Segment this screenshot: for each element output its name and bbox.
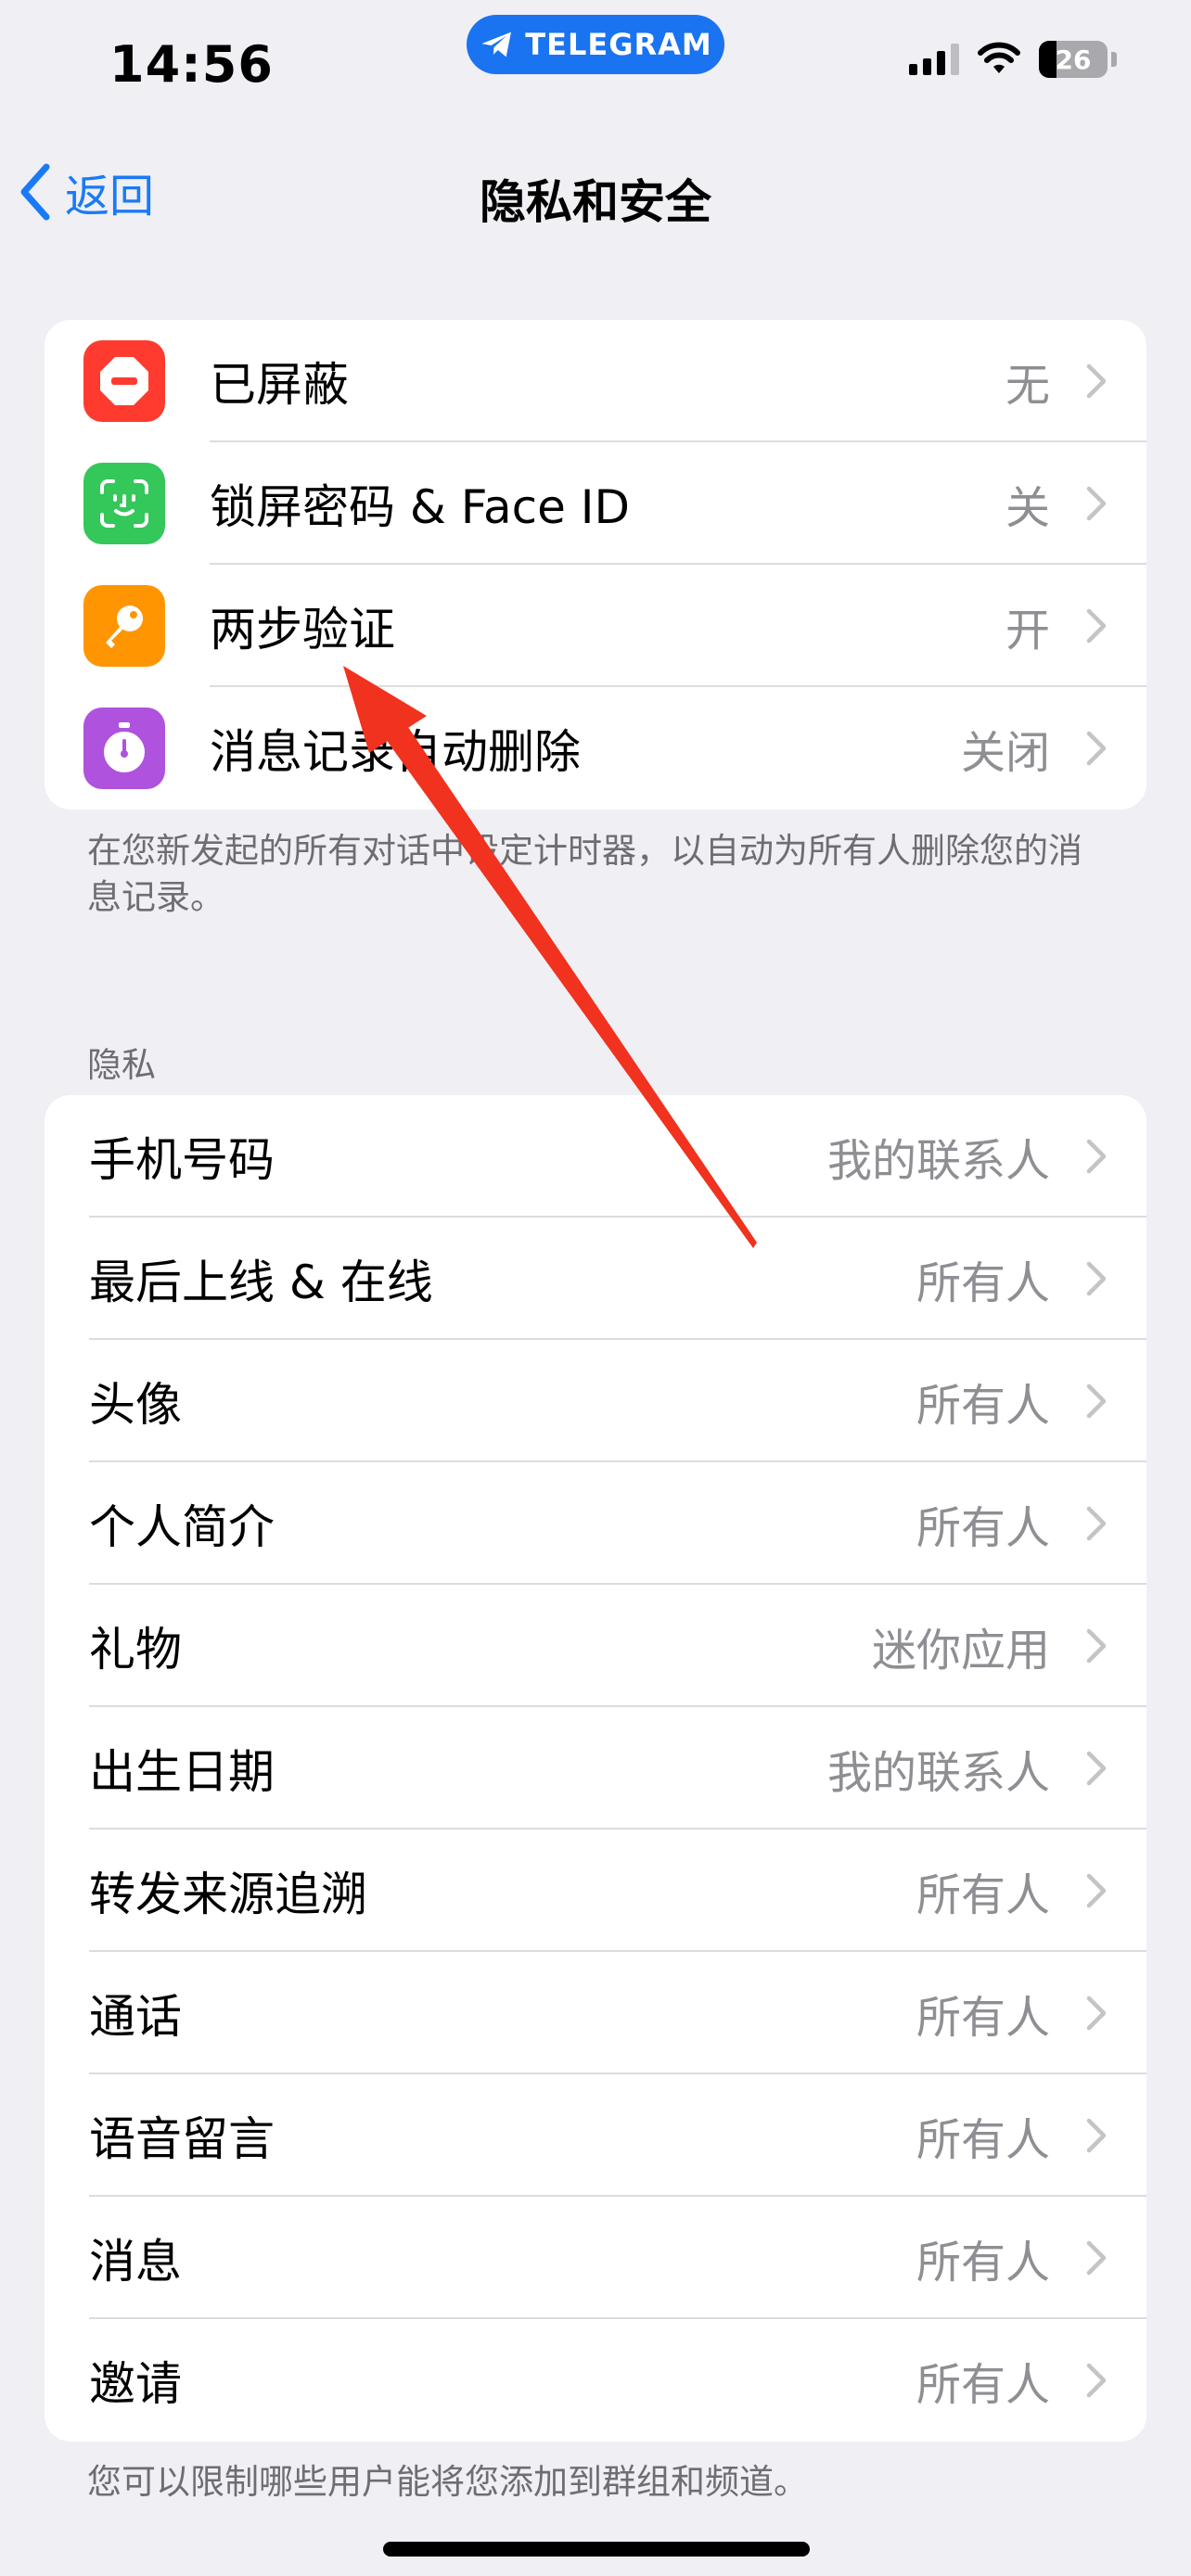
- chevron-right-icon: [1086, 1873, 1107, 1908]
- auto-delete-footnote: 在您新发起的所有对话中设定计时器，以自动为所有人删除您的消息记录。: [87, 831, 1082, 917]
- chevron-right-icon: [1086, 2240, 1107, 2276]
- row-label: 手机号码: [89, 1133, 275, 1187]
- wifi-icon: [978, 42, 1020, 73]
- row-value: 我的联系人: [826, 1135, 1050, 1187]
- chevron-right-icon: [1086, 2118, 1107, 2153]
- page-title: 隐私和安全: [480, 175, 711, 229]
- row-label: 邀请: [89, 2357, 182, 2411]
- row-label: 头像: [89, 1378, 182, 1432]
- row-value: 关闭: [960, 727, 1050, 779]
- row-label: 消息: [89, 2235, 182, 2289]
- row-bio[interactable]: 个人简介 所有人: [45, 1462, 1146, 1585]
- row-label: 礼物: [89, 1623, 182, 1677]
- row-phone-number[interactable]: 手机号码 我的联系人: [45, 1095, 1146, 1218]
- chevron-right-icon: [1086, 486, 1107, 521]
- face-id-icon: [83, 463, 165, 544]
- row-last-seen-online[interactable]: 最后上线 & 在线 所有人: [45, 1218, 1146, 1340]
- row-value: 所有人: [916, 1992, 1050, 2044]
- row-value: 所有人: [916, 2237, 1050, 2289]
- row-calls[interactable]: 通话 所有人: [45, 1952, 1146, 2074]
- row-label: 语音留言: [89, 2112, 275, 2166]
- row-forwarded-messages[interactable]: 转发来源追溯 所有人: [45, 1830, 1146, 1952]
- row-label: 消息记录自动删除: [210, 725, 581, 779]
- chevron-right-icon: [1086, 1751, 1107, 1786]
- chevron-right-icon: [1086, 1384, 1107, 1419]
- chevron-right-icon: [1086, 363, 1107, 399]
- row-label: 转发来源追溯: [89, 1868, 367, 1921]
- row-passcode-face-id[interactable]: 锁屏密码 & Face ID 关: [45, 442, 1146, 565]
- chevron-right-icon: [1086, 1996, 1107, 2031]
- row-profile-photo[interactable]: 头像 所有人: [45, 1340, 1146, 1462]
- row-label: 通话: [89, 1990, 182, 2044]
- row-voice-messages[interactable]: 语音留言 所有人: [45, 2074, 1146, 2197]
- chevron-right-icon: [1086, 1506, 1107, 1541]
- row-label: 两步验证: [210, 603, 395, 657]
- privacy-section-header: 隐私: [87, 1045, 156, 1085]
- chevron-right-icon: [1086, 1139, 1107, 1174]
- row-value: 开: [1005, 605, 1050, 657]
- blocked-icon: [83, 340, 165, 422]
- status-icons: 26: [909, 41, 1117, 78]
- chevron-right-icon: [1086, 1628, 1107, 1664]
- row-value: 所有人: [916, 1869, 1050, 1921]
- chevron-right-icon: [1086, 1261, 1107, 1296]
- row-blocked[interactable]: 已屏蔽 无: [45, 320, 1146, 442]
- row-value: 所有人: [916, 1257, 1050, 1309]
- row-value: 所有人: [916, 2359, 1050, 2411]
- privacy-group: 手机号码 我的联系人 最后上线 & 在线 所有人 头像 所有人 个人简介 所有人…: [45, 1095, 1146, 2442]
- status-time: 14:56: [109, 35, 274, 94]
- row-invites[interactable]: 邀请 所有人: [45, 2319, 1146, 2442]
- telegram-plane-icon: [481, 32, 512, 57]
- chevron-right-icon: [1086, 731, 1107, 766]
- battery-level: 26: [1055, 44, 1092, 75]
- nav-bar: 返回 隐私和安全: [0, 139, 1191, 250]
- timer-icon: [83, 708, 165, 789]
- home-indicator: [383, 2542, 810, 2557]
- row-value: 我的联系人: [826, 1747, 1050, 1799]
- row-value: 所有人: [916, 1380, 1050, 1432]
- telegram-pill[interactable]: TELEGRAM: [467, 15, 724, 74]
- row-label: 个人简介: [89, 1500, 275, 1554]
- status-bar: 14:56 TELEGRAM 26: [0, 0, 1191, 139]
- invites-footnote: 您可以限制哪些用户能将您添加到群组和频道。: [87, 2462, 808, 2502]
- battery-icon: 26: [1039, 41, 1108, 78]
- security-group: 已屏蔽 无 锁屏密码 & Face ID 关 两步验证 开 消息记录自动删除 关…: [45, 320, 1146, 810]
- row-birthday[interactable]: 出生日期 我的联系人: [45, 1707, 1146, 1830]
- row-gifts[interactable]: 礼物 迷你应用: [45, 1585, 1146, 1707]
- chevron-right-icon: [1086, 608, 1107, 644]
- row-label: 出生日期: [89, 1745, 275, 1799]
- battery-tip: [1111, 52, 1117, 67]
- signal-icon: [909, 44, 959, 75]
- row-auto-delete-messages[interactable]: 消息记录自动删除 关闭: [45, 687, 1146, 810]
- row-label: 已屏蔽: [210, 358, 349, 412]
- key-icon: [83, 585, 165, 667]
- row-two-step-verification[interactable]: 两步验证 开: [45, 565, 1146, 687]
- chevron-right-icon: [1086, 2363, 1107, 2398]
- row-label: 最后上线 & 在线: [89, 1256, 433, 1309]
- row-value: 所有人: [916, 1502, 1050, 1554]
- row-value: 无: [1005, 360, 1050, 412]
- row-label: 锁屏密码 & Face ID: [210, 480, 630, 534]
- row-value: 迷你应用: [871, 1625, 1050, 1677]
- row-value: 所有人: [916, 2114, 1050, 2166]
- row-messages[interactable]: 消息 所有人: [45, 2197, 1146, 2319]
- telegram-pill-label: TELEGRAM: [525, 27, 712, 62]
- row-value: 关: [1005, 482, 1050, 534]
